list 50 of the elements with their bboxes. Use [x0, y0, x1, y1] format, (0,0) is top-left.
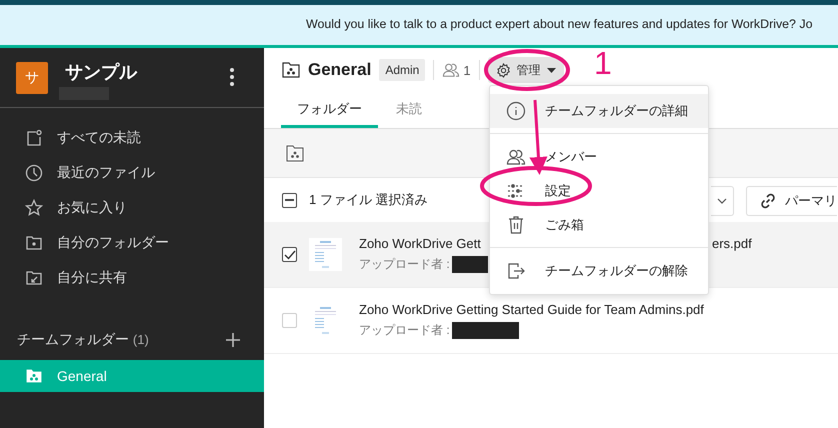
trash-icon: [506, 215, 526, 235]
role-label: Admin: [379, 59, 426, 81]
folder-title: General: [308, 60, 372, 80]
sidebar-item[interactable]: 最近のファイル: [0, 155, 264, 190]
add-icon[interactable]: [226, 333, 240, 347]
gear-icon: [496, 62, 511, 78]
folder-icon: [25, 234, 43, 252]
workspace-avatar: サ: [16, 62, 48, 94]
member-count: 1: [463, 62, 471, 78]
workspace-name: サンプル: [65, 61, 137, 84]
shared-folder-icon: [25, 268, 43, 286]
team-folder-icon[interactable]: [286, 144, 304, 162]
members-icon[interactable]: [442, 62, 460, 78]
sidebar-item[interactable]: 自分に共有: [0, 260, 264, 295]
redaction-bar: [452, 256, 488, 273]
banner-text: Would you like to talk to a product expert about new features and updates for WorkDrive? Jo: [305, 16, 814, 31]
select-all-checkbox[interactable]: [282, 192, 297, 208]
members-icon: [506, 147, 526, 167]
selection-count: 1 ファイル 選択済み: [309, 191, 428, 209]
star-icon: [25, 198, 43, 216]
file-name[interactable]: ers.pdf: [712, 236, 752, 251]
checkbox[interactable]: [282, 247, 297, 262]
redaction-bar: [452, 322, 519, 339]
menu-item[interactable]: 設定: [490, 174, 708, 208]
chevron-down-icon: [717, 198, 727, 204]
sidebar-item[interactable]: すべての未読: [0, 120, 264, 155]
sidebar-item[interactable]: 自分のフォルダー: [0, 225, 264, 260]
clock-icon: [25, 164, 43, 182]
link-icon: [759, 192, 777, 210]
menu-item[interactable]: ごみ箱: [490, 208, 708, 242]
section-heading: チームフォルダー (1): [17, 331, 149, 349]
menu-item[interactable]: チームフォルダーの解除: [490, 254, 708, 288]
uploader-label: アップロード者 :: [359, 256, 450, 273]
sidebar-item[interactable]: お気に入り: [0, 190, 264, 225]
document-thumbnail: [309, 238, 342, 271]
tab[interactable]: 未読: [380, 92, 438, 128]
uploader-label: アップロード者 :: [359, 322, 450, 339]
step-number: 1: [594, 47, 612, 79]
info-icon: [506, 101, 526, 121]
team-folder-icon: [282, 62, 300, 78]
leave-icon: [506, 261, 526, 281]
manage-button[interactable]: 管理: [488, 57, 564, 83]
more-options-icon[interactable]: [228, 67, 236, 87]
team-folder-icon: [25, 368, 43, 384]
unread-icon: [25, 128, 43, 146]
caret-icon: [546, 68, 556, 72]
permalink-button[interactable]: パーマリ: [746, 186, 837, 216]
menu-item[interactable]: チームフォルダーの詳細: [490, 94, 708, 128]
file-name[interactable]: Zoho WorkDrive Gett: [359, 236, 481, 251]
file-name[interactable]: Zoho WorkDrive Getting Started Guide for Team Admins.pdf: [359, 302, 704, 317]
